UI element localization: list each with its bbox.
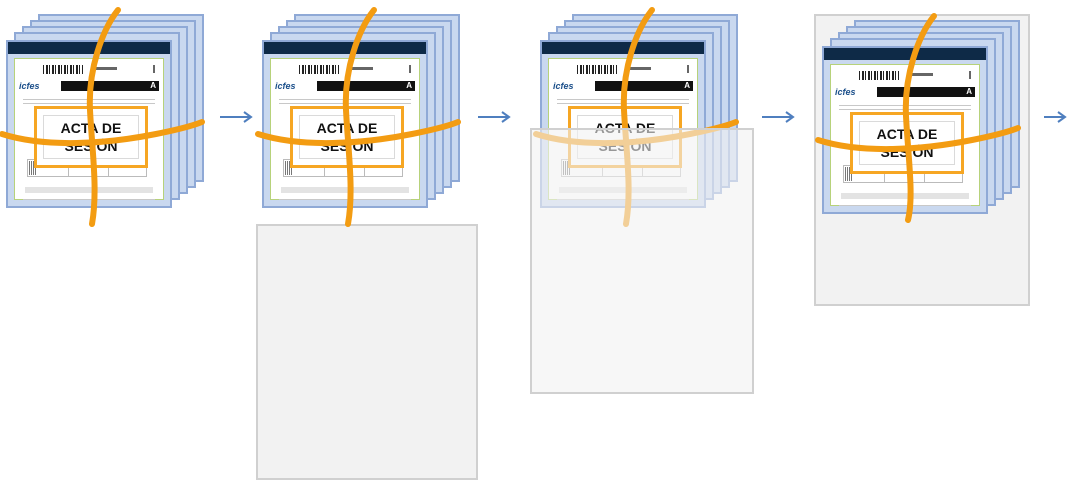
rope-icon <box>815 13 1021 223</box>
empty-panel-2 <box>256 224 478 480</box>
arrow-right-icon <box>220 111 253 123</box>
rope-icon <box>0 7 205 227</box>
step-4: icfes A ACTA DE SESIÓN <box>815 13 1032 236</box>
arrow-right-icon <box>762 111 795 123</box>
step-2: icfes A ACTA DE SESIÓN <box>255 7 472 230</box>
arrow-right-icon <box>478 111 511 123</box>
step-1: icfes A ACTA DE SESIÓN <box>0 7 216 230</box>
overlay-panel-3 <box>530 128 754 394</box>
document-bundle-1: icfes A ACTA DE SESIÓN <box>0 7 206 227</box>
rope-icon <box>255 7 461 227</box>
document-bundle-4: icfes A ACTA DE SESIÓN <box>815 13 1022 223</box>
arrow-right-icon <box>1044 111 1067 123</box>
document-bundle-2: icfes A ACTA DE SESIÓN <box>255 7 462 227</box>
